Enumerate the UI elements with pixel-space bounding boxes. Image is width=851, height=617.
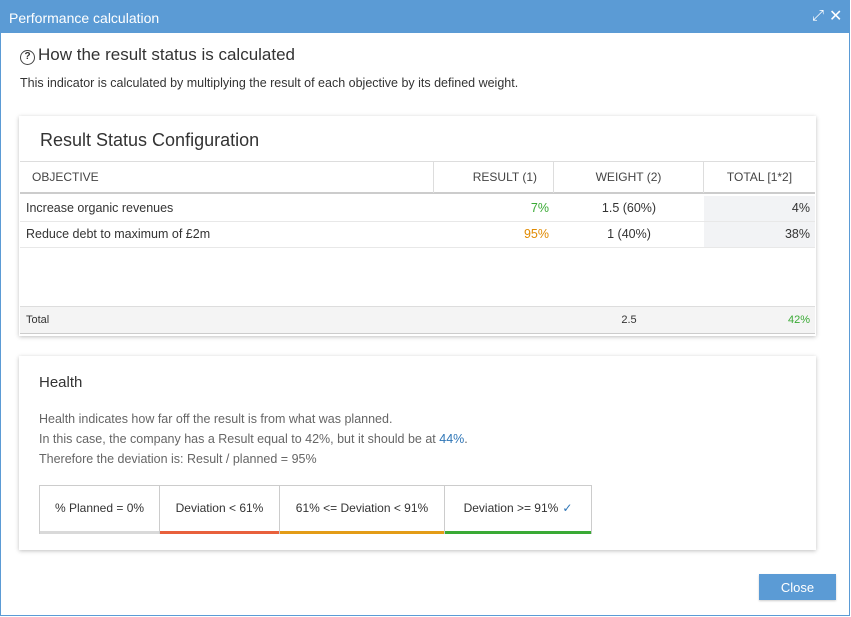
deviation-text: Therefore the deviation is: Result / pla… — [39, 452, 317, 466]
segment-medium[interactable]: 61% <= Deviation < 91% — [280, 486, 445, 534]
heading-text: How the result status is calculated — [38, 45, 296, 64]
segment-bar — [40, 531, 159, 534]
total-value: 42% — [787, 314, 810, 326]
segment-label: % Planned = 0% — [54, 501, 145, 515]
case-text-suffix: . — [464, 432, 468, 446]
segment-high[interactable]: Deviation >= 91% ✓ — [445, 486, 591, 534]
segment-planned[interactable]: % Planned = 0% — [40, 486, 160, 534]
planned-link[interactable]: 44% — [439, 432, 464, 446]
close-icon[interactable]: ✕ — [829, 6, 842, 26]
check-icon: ✓ — [562, 501, 573, 515]
segment-low[interactable]: Deviation < 61% — [160, 486, 280, 534]
section-heading: ? How the result status is calculated — [20, 45, 295, 65]
objective-cell: Reduce debt to maximum of £2m — [26, 227, 211, 241]
segment-bar — [160, 531, 279, 534]
table-row[interactable]: Reduce debt to maximum of £2m 95% 1 (40%… — [20, 222, 815, 248]
total-label: Total — [26, 314, 50, 326]
close-button[interactable]: Close — [759, 574, 836, 600]
health-description: Health indicates how far off the result … — [39, 412, 393, 426]
segment-label: Deviation >= 91% — [463, 501, 559, 515]
dialog-title: Performance calculation — [9, 10, 160, 26]
health-title: Health — [39, 374, 83, 391]
total-cell: 4% — [704, 196, 815, 221]
title-bar[interactable]: Performance calculation ⤢ ✕ — [1, 1, 849, 33]
health-status-bar: % Planned = 0% Deviation < 61% 61% <= De… — [39, 485, 592, 534]
column-header-total[interactable]: TOTAL [1*2] — [704, 162, 815, 193]
weight-cell: 1 (40%) — [607, 227, 651, 241]
health-card: Health Health indicates how far off the … — [19, 356, 816, 550]
table-row[interactable]: Increase organic revenues 7% 1.5 (60%) 4… — [20, 196, 815, 222]
segment-bar — [445, 531, 591, 534]
segment-bar — [280, 531, 444, 534]
column-header-weight[interactable]: WEIGHT (2) — [554, 162, 704, 193]
column-header-objective[interactable]: OBJECTIVE — [20, 162, 434, 193]
total-cell: 38% — [704, 222, 815, 247]
weight-cell: 1.5 (60%) — [601, 201, 657, 215]
segment-label: Deviation < 61% — [175, 501, 264, 515]
performance-dialog: Performance calculation ⤢ ✕ ? How the res… — [0, 0, 850, 616]
health-case-text: In this case, the company has a Result e… — [39, 432, 468, 446]
expand-icon[interactable]: ⤢ — [812, 7, 824, 24]
intro-text: This indicator is calculated by multiply… — [20, 76, 519, 90]
config-title: Result Status Configuration — [40, 130, 260, 150]
objective-cell: Increase organic revenues — [26, 201, 174, 215]
table-header: OBJECTIVE RESULT (1) WEIGHT (2) TOTAL [1… — [20, 161, 815, 194]
help-icon: ? — [20, 50, 35, 65]
case-text-prefix: In this case, the company has a Result e… — [39, 432, 440, 446]
segment-label: 61% <= Deviation < 91% — [295, 501, 429, 515]
result-config-card: Result Status Configuration OBJECTIVE RE… — [19, 116, 816, 336]
result-cell: 7% — [530, 201, 549, 215]
total-row: Total 2.5 42% — [20, 306, 815, 334]
column-header-result[interactable]: RESULT (1) — [434, 162, 554, 193]
total-weight: 2.5 — [621, 314, 637, 326]
result-cell: 95% — [523, 227, 549, 241]
